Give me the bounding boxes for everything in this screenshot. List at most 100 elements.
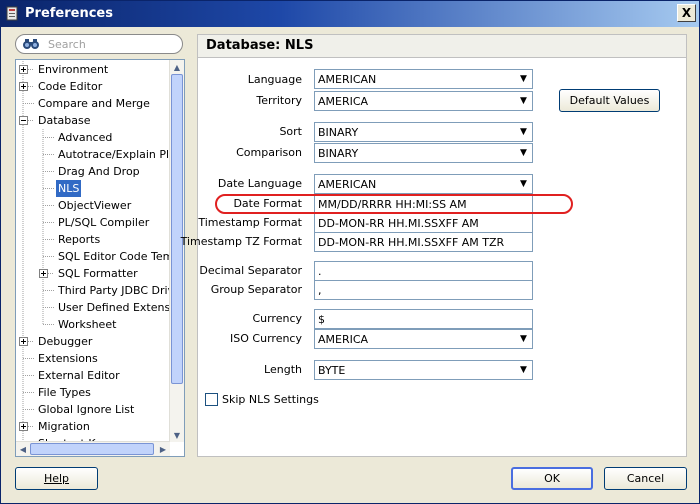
panel-header: Database: NLS (198, 35, 686, 58)
tree-item-label: PL/SQL Compiler (58, 216, 150, 229)
expand-icon[interactable] (39, 269, 48, 278)
tree-item[interactable]: Reports (16, 231, 170, 248)
tree-vertical-scroll-thumb[interactable] (171, 74, 183, 384)
scroll-left-icon[interactable]: ◀ (17, 443, 29, 455)
ok-button[interactable]: OK (511, 467, 593, 490)
decimal-separator-label: Decimal Separator (199, 264, 302, 277)
tree-vertical-scrollbar[interactable]: ▲ ▼ (169, 60, 184, 442)
scroll-down-icon[interactable]: ▼ (171, 429, 183, 441)
tree-item-label: Worksheet (58, 318, 117, 331)
tree-item[interactable]: NLS (16, 180, 170, 197)
tree-item[interactable]: Migration (16, 418, 170, 435)
tree-item[interactable]: Environment (16, 61, 170, 78)
tree-item[interactable]: Compare and Merge (16, 95, 170, 112)
tree-item-label: SQL Formatter (58, 267, 138, 280)
search-placeholder: Search (48, 38, 86, 51)
tree-item-label: Compare and Merge (38, 97, 150, 110)
length-value: BYTE (318, 364, 346, 377)
length-select[interactable]: BYTE ▼ (314, 360, 533, 380)
tree-item[interactable]: Third Party JDBC Driver (16, 282, 184, 299)
sort-label: Sort (279, 125, 302, 138)
tree-item[interactable]: Autotrace/Explain Plan (16, 146, 183, 163)
tree-item[interactable]: External Editor (16, 367, 170, 384)
expand-icon[interactable] (19, 82, 28, 91)
group-separator-field[interactable]: , (314, 280, 533, 300)
tree-item-label: NLS (56, 180, 82, 197)
scroll-right-icon[interactable]: ▶ (157, 443, 169, 455)
dropdown-arrow-icon: ▼ (520, 148, 527, 158)
timestamp-tz-format-label: Timestamp TZ Format (180, 235, 302, 248)
collapse-icon[interactable] (19, 116, 28, 125)
timestamp-format-label: Timestamp Format (198, 216, 302, 229)
preferences-dialog: Preferences X Search Environment Code Edi… (0, 0, 700, 504)
sort-select[interactable]: BINARY ▼ (314, 122, 533, 142)
title-bar: Preferences X (1, 1, 699, 27)
dropdown-arrow-icon: ▼ (520, 179, 527, 189)
iso-currency-select[interactable]: AMERICA ▼ (314, 329, 533, 349)
tree-horizontal-scrollbar[interactable]: ◀ ▶ (16, 441, 170, 456)
tree-item-label: Drag And Drop (58, 165, 140, 178)
tree-item[interactable]: ObjectViewer (16, 197, 170, 214)
help-button-label: Help (43, 472, 70, 485)
timestamp-tz-format-field[interactable]: DD-MON-RR HH.MI.SSXFF AM TZR (314, 232, 533, 252)
tree-item-label: Code Editor (38, 80, 103, 93)
date-language-label: Date Language (217, 177, 302, 190)
date-format-field[interactable]: MM/DD/RRRR HH:MI:SS AM (314, 194, 533, 214)
search-field[interactable]: Search (15, 34, 183, 54)
comparison-label: Comparison (236, 146, 302, 159)
date-language-select[interactable]: AMERICAN ▼ (314, 174, 533, 194)
tree-item[interactable]: Drag And Drop (16, 163, 170, 180)
scroll-up-icon[interactable]: ▲ (171, 61, 183, 73)
tree-item[interactable]: Worksheet (16, 316, 170, 333)
tree-item[interactable]: Extensions (16, 350, 170, 367)
tree-item-label: User Defined Extension (58, 301, 185, 314)
page-title: Database: NLS (206, 38, 314, 53)
help-button[interactable]: Help (15, 467, 98, 490)
tree-item[interactable]: SQL Editor Code Templa (16, 248, 184, 265)
preferences-tree[interactable]: Environment Code Editor Compare and Merge D… (15, 59, 185, 457)
decimal-separator-field[interactable]: . (314, 261, 533, 281)
tree-item[interactable]: Advanced (16, 129, 170, 146)
tree-item-label: Third Party JDBC Driver (58, 284, 185, 297)
tree-horizontal-scroll-thumb[interactable] (30, 443, 154, 455)
dropdown-arrow-icon: ▼ (520, 96, 527, 106)
skip-nls-checkbox[interactable] (205, 393, 218, 406)
default-values-button[interactable]: Default Values (559, 89, 660, 112)
tree-item-label: Autotrace/Explain Plan (58, 148, 183, 161)
group-separator-label: Group Separator (210, 283, 302, 296)
app-icon (6, 6, 18, 21)
expand-icon[interactable] (19, 337, 28, 346)
tree-item-label: Environment (38, 63, 109, 76)
expand-icon[interactable] (19, 422, 28, 431)
tree-item[interactable]: Global Ignore List (16, 401, 170, 418)
tree-item-label: ObjectViewer (58, 199, 132, 212)
dropdown-arrow-icon: ▼ (520, 127, 527, 137)
timestamp-format-value: DD-MON-RR HH.MI.SSXFF AM (318, 217, 479, 230)
length-label: Length (264, 363, 302, 376)
currency-field[interactable]: $ (314, 309, 533, 329)
territory-select[interactable]: AMERICA ▼ (314, 91, 533, 111)
tree-item-label: Reports (58, 233, 101, 246)
window-title: Preferences (25, 6, 113, 21)
tree-item[interactable]: Code Editor (16, 78, 170, 95)
timestamp-format-field[interactable]: DD-MON-RR HH.MI.SSXFF AM (314, 213, 533, 233)
comparison-select[interactable]: BINARY ▼ (314, 143, 533, 163)
language-select[interactable]: AMERICAN ▼ (314, 69, 533, 89)
tree-item[interactable]: Debugger (16, 333, 170, 350)
tree-item-label: Advanced (58, 131, 113, 144)
tree-item[interactable]: Database (16, 112, 170, 129)
language-value: AMERICAN (318, 73, 377, 86)
tree-item[interactable]: SQL Formatter (16, 265, 170, 282)
currency-label: Currency (252, 312, 302, 325)
tree-item[interactable]: PL/SQL Compiler (16, 214, 170, 231)
expand-icon[interactable] (19, 65, 28, 74)
tree-item-label: Database (38, 114, 91, 127)
tree-item[interactable]: User Defined Extension (16, 299, 184, 316)
cancel-button[interactable]: Cancel (604, 467, 687, 490)
language-label: Language (247, 73, 302, 86)
tree-item[interactable]: File Types (16, 384, 170, 401)
timestamp-tz-format-value: DD-MON-RR HH.MI.SSXFF AM TZR (318, 236, 505, 249)
binoculars-icon (23, 39, 39, 49)
close-button[interactable]: X (677, 4, 696, 22)
group-separator-value: , (318, 284, 322, 297)
